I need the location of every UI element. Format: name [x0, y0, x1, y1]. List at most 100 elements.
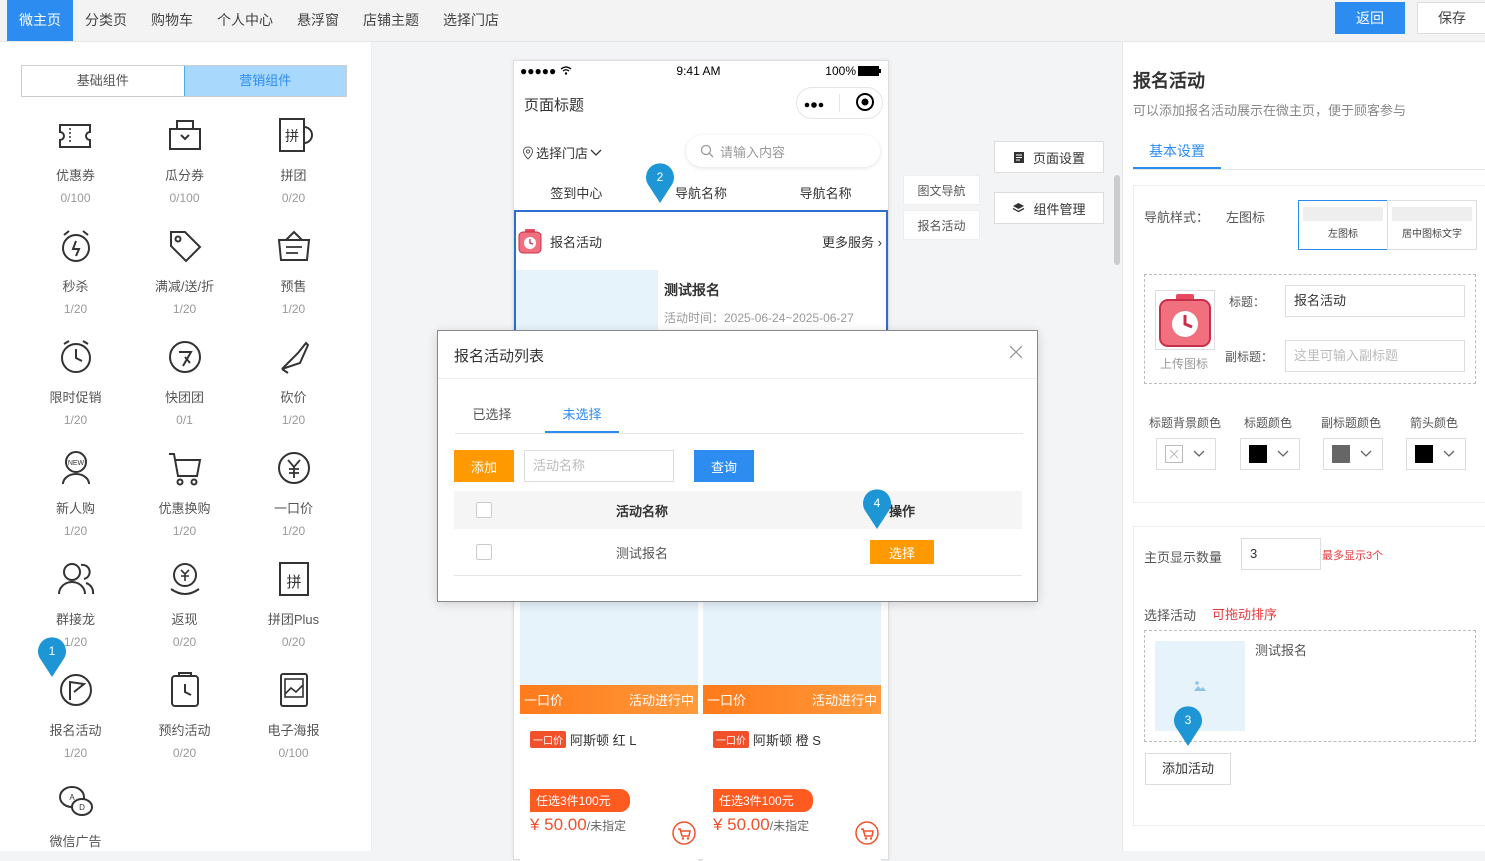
tab-selected[interactable]: 已选择	[455, 401, 529, 433]
add-activity-button[interactable]: 添加活动	[1145, 753, 1231, 785]
nav-personal-center[interactable]: 个人中心	[205, 0, 285, 41]
side-tab-image-nav[interactable]: 图文导航	[903, 175, 980, 205]
page-settings-button[interactable]: 页面设置	[994, 141, 1104, 173]
nav-micro-home[interactable]: 微主页	[7, 0, 73, 41]
select-all-checkbox[interactable]	[476, 502, 492, 518]
nav-store-theme[interactable]: 店铺主题	[351, 0, 431, 41]
modal-add-button[interactable]: 添加	[454, 450, 514, 482]
product-card[interactable]: 一口价 活动进行中 一口价 阿斯顿 红 L 任选3件100元 ¥ 50.00/未指定	[520, 601, 698, 861]
appointment-icon	[165, 670, 205, 710]
nav-row: 签到中心 导航名称 导航名称	[514, 183, 888, 202]
table-header: 活动名称 操作	[454, 491, 1022, 529]
svg-text:2: 2	[657, 170, 664, 184]
component-count: 1/20	[63, 413, 88, 427]
select-button[interactable]: 选择	[870, 540, 934, 564]
component-count: 0/20	[172, 635, 197, 649]
nav-style-center-icon[interactable]: 居中图标文字	[1387, 200, 1477, 250]
component-count: 1/20	[281, 524, 306, 538]
component-manage-button[interactable]: 组件管理	[994, 192, 1104, 224]
svg-text:拼: 拼	[285, 128, 299, 144]
component-count: 0/20	[281, 191, 306, 205]
cart-icon[interactable]	[672, 821, 696, 848]
component-item[interactable]: 优惠券 0/100	[21, 112, 130, 223]
query-button[interactable]: 查询	[694, 450, 754, 482]
component-item[interactable]: 拼拼团 0/20	[239, 112, 348, 223]
component-item[interactable]: 砍价 1/20	[239, 334, 348, 445]
product-image	[703, 601, 881, 685]
nav-floating-window[interactable]: 悬浮窗	[285, 0, 351, 41]
component-item[interactable]: 满减/送/折 1/20	[130, 223, 239, 334]
title-color-picker[interactable]	[1240, 438, 1300, 470]
more-services-link[interactable]: 更多服务 ›	[822, 232, 882, 251]
component-count: 1/20	[63, 302, 88, 316]
activity-name-search[interactable]: 活动名称	[524, 450, 674, 482]
arrow-color-picker[interactable]	[1406, 438, 1466, 470]
component-item[interactable]: 预售 1/20	[239, 223, 348, 334]
tab-basic-components[interactable]: 基础组件	[22, 66, 184, 96]
status-time: 9:41 AM	[676, 64, 721, 78]
side-tab-signup[interactable]: 报名活动	[903, 210, 980, 240]
scrollbar[interactable]	[1114, 175, 1120, 265]
alarm-clock-icon	[56, 226, 96, 266]
component-item[interactable]: 瓜分券 0/100	[130, 112, 239, 223]
save-button[interactable]: 保存	[1417, 2, 1485, 34]
wechat-ad-icon: AD	[56, 781, 96, 821]
component-count: 0/100	[169, 191, 200, 205]
display-count-field[interactable]: 3	[1241, 538, 1321, 570]
component-name: 瓜分券	[164, 168, 204, 183]
nav-category[interactable]: 分类页	[73, 0, 139, 41]
svg-text:D: D	[79, 803, 85, 812]
component-count: 1/20	[281, 413, 306, 427]
nav-link-1[interactable]: 导航名称	[675, 183, 727, 202]
component-item[interactable]: 一口价 1/20	[239, 445, 348, 556]
subtitle-color-picker[interactable]	[1323, 438, 1383, 470]
nav-link-checkin[interactable]: 签到中心	[550, 183, 602, 202]
close-icon[interactable]	[1009, 345, 1023, 362]
tab-marketing-components[interactable]: 营销组件	[183, 66, 346, 96]
component-count: 1/20	[172, 302, 197, 316]
nav-style-left-icon[interactable]: 左图标	[1298, 200, 1388, 250]
search-input[interactable]: 请输入内容	[686, 135, 880, 167]
component-item[interactable]: 优惠换购 1/20	[130, 445, 239, 556]
component-item[interactable]: 报名活动 1/20	[21, 667, 130, 778]
row-checkbox[interactable]	[476, 544, 492, 560]
coupon-icon	[56, 115, 96, 155]
component-count: 1/20	[63, 524, 88, 538]
selected-activity-name: 测试报名	[1255, 643, 1308, 658]
step-marker: 2	[643, 160, 677, 204]
component-item[interactable]: NEW 新人购 1/20	[21, 445, 130, 556]
top-bar: 微主页 分类页 购物车 个人中心 悬浮窗 店铺主题 选择门店 返回 保存	[0, 0, 1485, 42]
component-name: 返现	[171, 612, 198, 627]
more-icon[interactable]	[804, 96, 824, 111]
tab-basic-settings[interactable]: 基本设置	[1133, 137, 1221, 169]
signup-bag-icon	[1159, 294, 1211, 347]
component-item[interactable]: 限时促销 1/20	[21, 334, 130, 445]
search-icon	[700, 144, 714, 158]
tab-unselected[interactable]: 未选择	[545, 401, 619, 433]
tag-icon	[165, 226, 205, 266]
back-button[interactable]: 返回	[1335, 2, 1405, 34]
modal-tabs: 已选择 未选择	[455, 401, 1023, 434]
component-count: 1/20	[63, 746, 88, 760]
title-color-label: 标题颜色	[1244, 416, 1293, 430]
component-item[interactable]: 秒杀 1/20	[21, 223, 130, 334]
component-item[interactable]: 预约活动 0/20	[130, 667, 239, 778]
nav-select-store[interactable]: 选择门店	[431, 0, 511, 41]
component-item[interactable]: 拼拼团Plus 0/20	[239, 556, 348, 667]
product-card[interactable]: 一口价 活动进行中 一口价 阿斯顿 橙 S 任选3件100元 ¥ 50.00/未指定	[703, 601, 881, 861]
nav-cart[interactable]: 购物车	[139, 0, 205, 41]
arrow-color-label: 箭头颜色	[1410, 416, 1459, 430]
component-item[interactable]: 返现 0/20	[130, 556, 239, 667]
nav-link-2[interactable]: 导航名称	[800, 183, 852, 202]
component-item[interactable]: A D 微信广告	[21, 778, 130, 851]
title-field[interactable]: 报名活动	[1285, 285, 1465, 317]
subtitle-field[interactable]: 这里可输入副标题	[1285, 340, 1465, 372]
cart-icon[interactable]	[855, 821, 879, 848]
title-bg-color-picker[interactable]	[1156, 438, 1216, 470]
component-item[interactable]: 电子海报 0/100	[239, 667, 348, 778]
store-selector[interactable]: 选择门店	[522, 143, 602, 162]
close-target-icon[interactable]	[855, 92, 875, 115]
upload-icon-area[interactable]	[1155, 290, 1215, 350]
component-type-switch: 基础组件 营销组件	[21, 65, 347, 97]
component-item[interactable]: 快团团 0/1	[130, 334, 239, 445]
